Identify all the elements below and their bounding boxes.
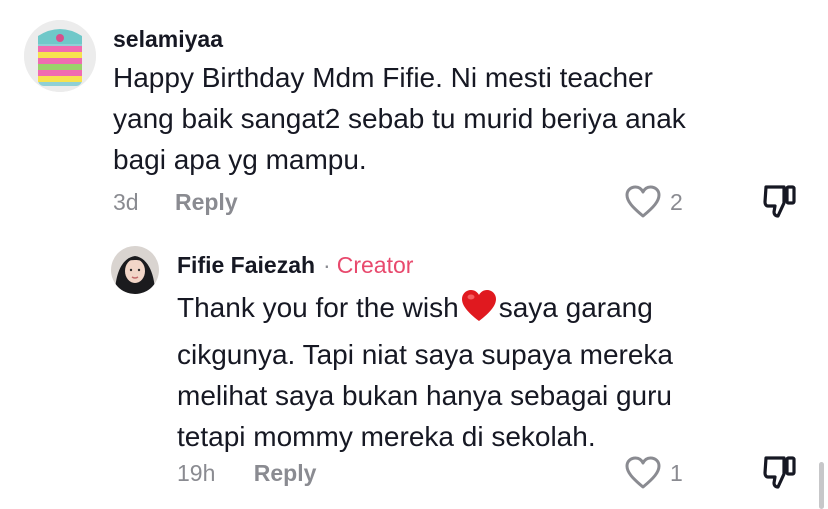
comment-text: Thank you for the wish saya garang cikgun… [177,287,757,457]
creator-username[interactable]: Fifie Faiezah [177,252,315,278]
comment-text-line: melihat saya bukan hanya sebagai guru [177,380,673,411]
comment-username: Fifie Faiezah · Creator [177,252,413,279]
avatar[interactable] [111,246,159,294]
thumbs-down-icon[interactable] [762,454,798,492]
comment-meta: 3d Reply [113,189,238,216]
reply-button[interactable]: Reply [175,189,238,215]
comment-timestamp: 19h [177,460,216,486]
separator: · [323,252,331,278]
like-count: 2 [670,189,683,215]
comment-username[interactable]: selamiyaa [113,26,223,53]
comment-text-line: yang baik sangat2 sebab tu murid beriya … [113,103,686,134]
comment-text-segment: Thank you for the wish [177,292,459,323]
comment-text-line: bagi apa yg mampu. [113,144,367,175]
comment-text-segment: saya garang [498,292,653,323]
comment-text-line: tetapi mommy mereka di sekolah. [177,421,596,452]
comment-text-line: Thank you for the wish saya garang [177,287,757,334]
red-heart-emoji [461,289,497,334]
scrollbar[interactable] [819,462,824,509]
thumbs-down-icon[interactable] [762,183,798,221]
comment-text-line: Happy Birthday Mdm Fifie. Ni mesti teach… [113,62,653,93]
heart-outline-icon[interactable] [624,455,662,491]
heart-outline-icon[interactable] [624,184,662,220]
reply-button[interactable]: Reply [254,460,317,486]
creator-badge: Creator [336,252,414,278]
comment-text-line: cikgunya. Tapi niat saya supaya mereka [177,339,673,370]
comment-text: Happy Birthday Mdm Fifie. Ni mesti teach… [113,57,753,180]
like-count: 1 [670,460,683,486]
comment-timestamp: 3d [113,189,139,215]
comment-meta: 19h Reply [177,460,316,487]
avatar[interactable] [24,20,96,92]
